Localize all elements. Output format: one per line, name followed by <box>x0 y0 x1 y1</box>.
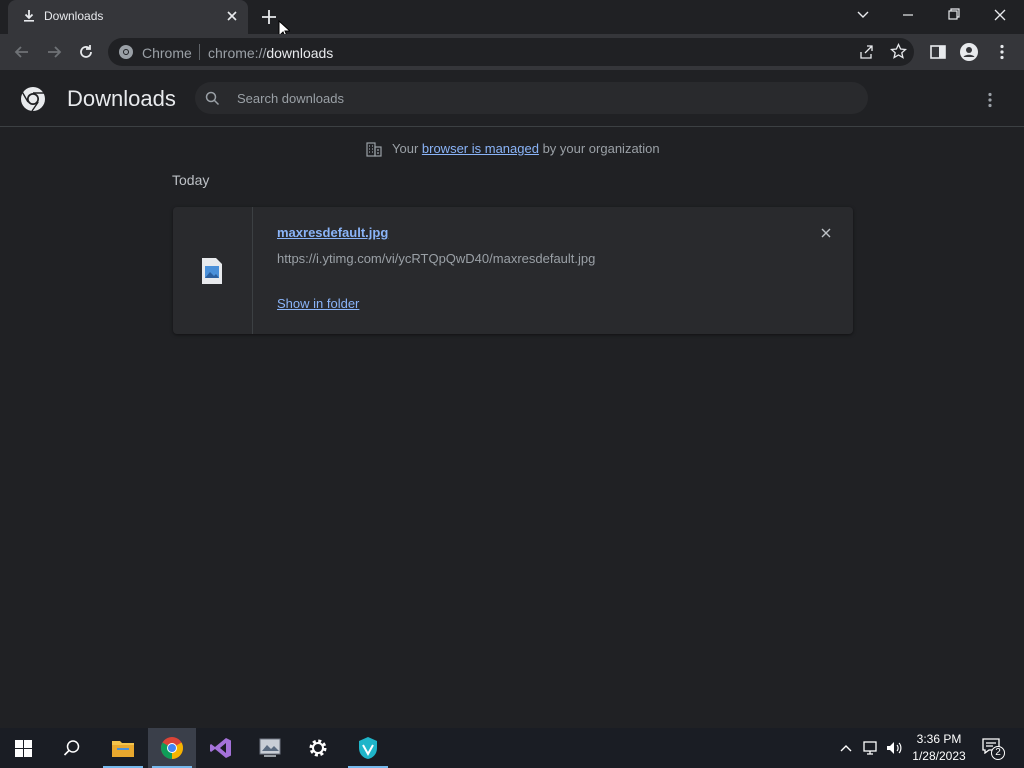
show-in-folder-link[interactable]: Show in folder <box>277 296 359 311</box>
shield-icon <box>359 737 377 759</box>
side-panel-icon[interactable] <box>928 42 948 62</box>
chrome-taskbar-button[interactable] <box>148 728 196 768</box>
back-icon[interactable] <box>12 42 32 62</box>
download-item: maxresdefault.jpg https://i.ytimg.com/vi… <box>173 207 853 334</box>
remove-download-icon[interactable] <box>819 226 833 240</box>
chevron-up-icon[interactable] <box>838 741 854 755</box>
reload-icon[interactable] <box>76 42 96 62</box>
title-bar: Downloads <box>0 0 1024 40</box>
notification-center[interactable]: 2 <box>980 736 1006 760</box>
download-filename-link[interactable]: maxresdefault.jpg <box>277 225 388 240</box>
more-options-icon[interactable] <box>980 90 1000 110</box>
image-app-icon <box>259 738 281 757</box>
url-prefix: chrome:// <box>208 45 267 61</box>
vpn-taskbar-button[interactable] <box>344 728 392 768</box>
visual-studio-icon <box>210 738 231 758</box>
search-input[interactable] <box>235 82 835 114</box>
tab-title: Downloads <box>44 9 104 23</box>
file-explorer-taskbar-button[interactable] <box>99 728 147 768</box>
building-icon <box>366 142 382 157</box>
managed-suffix: by your organization <box>538 141 660 156</box>
site-chip: Chrome <box>142 45 192 61</box>
new-tab-icon[interactable] <box>260 8 278 26</box>
restore-icon[interactable] <box>940 4 968 26</box>
divider <box>199 44 200 60</box>
chrome-logo-icon <box>21 87 45 112</box>
profile-icon[interactable] <box>959 42 979 62</box>
close-window-icon[interactable] <box>986 4 1014 26</box>
search-box[interactable] <box>195 82 868 114</box>
chrome-icon <box>161 737 183 759</box>
image-file-icon <box>202 258 222 284</box>
search-icon <box>205 91 220 106</box>
clock-date: 1/28/2023 <box>912 749 966 763</box>
browser-managed-link[interactable]: browser is managed <box>422 141 539 156</box>
menu-icon[interactable] <box>992 42 1012 62</box>
volume-icon[interactable] <box>885 740 903 756</box>
settings-taskbar-button[interactable] <box>294 728 342 768</box>
bookmark-star-icon[interactable] <box>890 43 907 60</box>
managed-text: Your browser is managed by your organiza… <box>392 141 660 156</box>
notification-count-badge: 2 <box>991 746 1005 760</box>
url-path: downloads <box>266 45 334 61</box>
download-source-url[interactable]: https://i.ytimg.com/vi/ycRTQpQwD40/maxre… <box>277 251 595 266</box>
toolbar: Chrome chrome://downloads <box>0 34 1024 70</box>
tab-search-icon[interactable] <box>849 4 877 26</box>
date-group-label: Today <box>172 172 210 188</box>
folder-icon <box>112 741 134 757</box>
windows-start-icon[interactable] <box>15 740 32 757</box>
page-title: Downloads <box>67 86 176 111</box>
share-icon[interactable] <box>858 44 874 60</box>
network-icon[interactable] <box>861 740 879 756</box>
close-tab-icon[interactable] <box>224 8 240 24</box>
managed-prefix: Your <box>392 141 422 156</box>
search-icon[interactable] <box>63 739 81 757</box>
visual-studio-taskbar-button[interactable] <box>197 728 245 768</box>
app-taskbar-button[interactable] <box>246 728 294 768</box>
tab-downloads[interactable]: Downloads <box>8 0 248 34</box>
chrome-logo-icon <box>119 45 133 59</box>
url-text: chrome://downloads <box>208 45 333 61</box>
address-bar[interactable]: Chrome chrome://downloads <box>108 38 914 66</box>
taskbar: 3:36 PM 1/28/2023 2 <box>0 728 1024 768</box>
gear-icon <box>309 739 327 757</box>
clock-time: 3:36 PM <box>916 732 962 746</box>
downloads-header: Downloads <box>0 70 1024 127</box>
minimize-icon[interactable] <box>894 4 922 26</box>
download-icon <box>24 10 34 22</box>
forward-icon[interactable] <box>44 42 64 62</box>
system-clock[interactable]: 3:36 PM 1/28/2023 <box>908 731 970 765</box>
file-icon-column <box>173 207 253 334</box>
